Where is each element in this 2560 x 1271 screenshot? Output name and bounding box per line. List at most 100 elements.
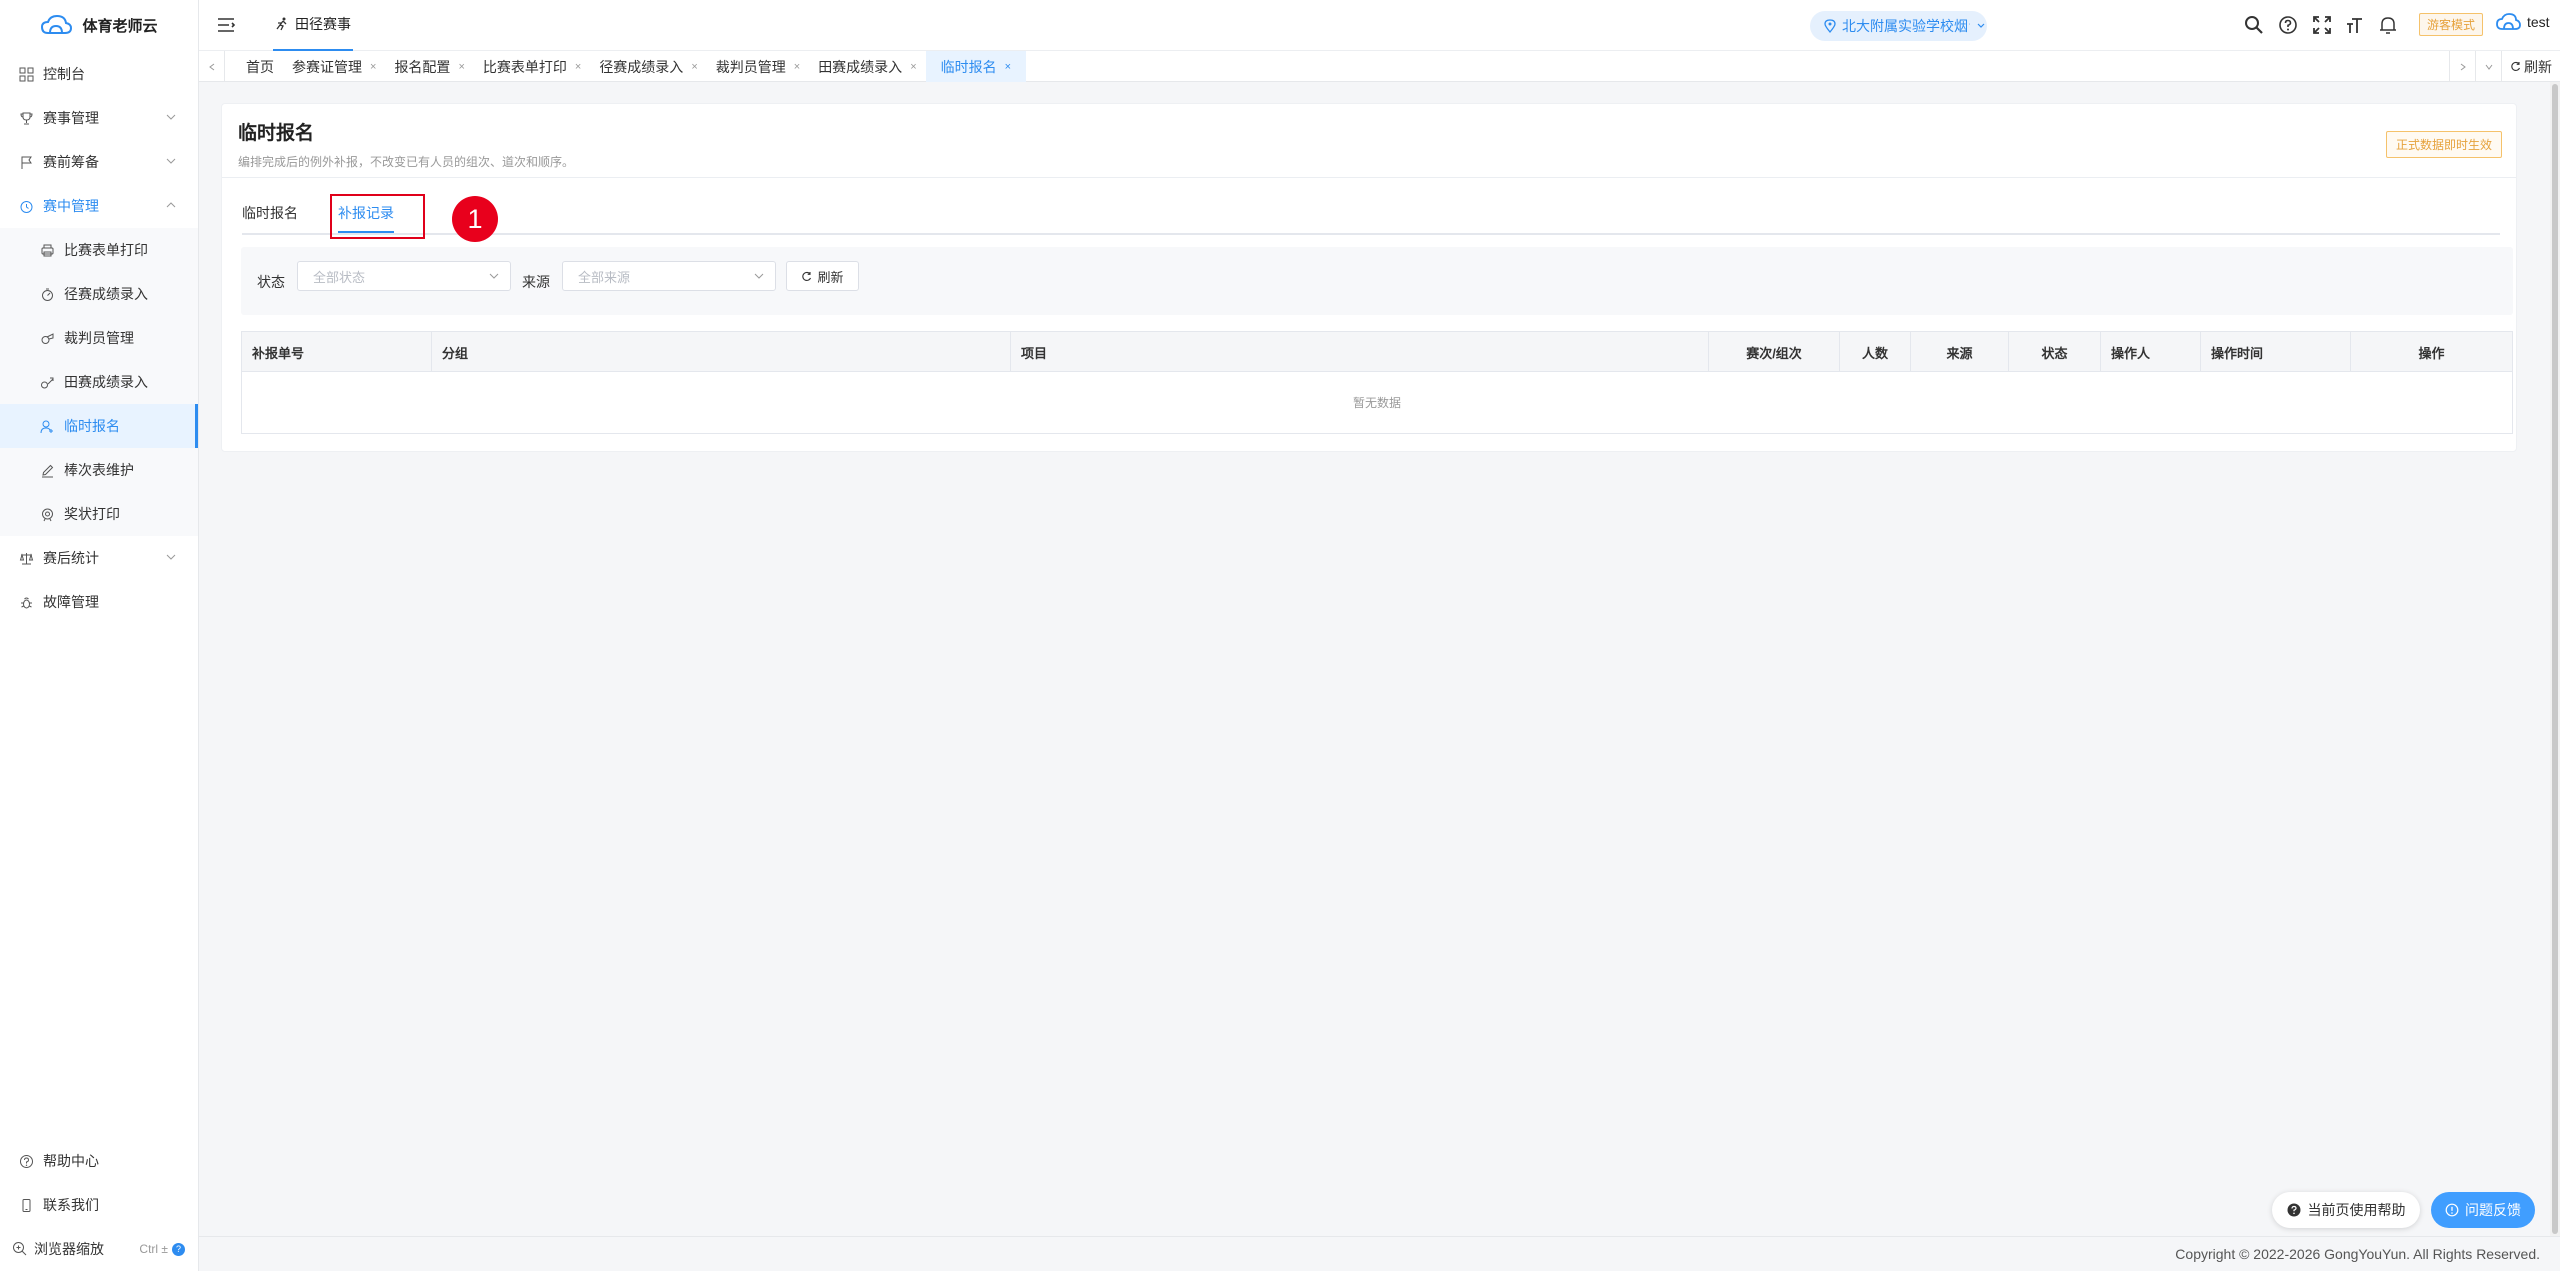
sidebar-item-label: 赛中管理 <box>43 198 99 214</box>
contact-us-label: 联系我们 <box>43 1197 99 1213</box>
balance-icon <box>18 550 34 566</box>
scrollbar-thumb[interactable] <box>2552 84 2558 1234</box>
info-icon[interactable]: ? <box>172 1242 185 1256</box>
tabs-scroll-left-icon[interactable] <box>199 51 225 82</box>
sidebar-item-label: 赛前筹备 <box>43 154 99 170</box>
fullscreen-icon[interactable] <box>2311 14 2333 36</box>
tab-label: 比赛表单打印 <box>482 58 567 75</box>
col-event: 项目 <box>1011 332 1709 372</box>
page-help-button[interactable]: 当前页使用帮助 <box>2272 1192 2420 1228</box>
col-supplement-no: 补报单号 <box>242 332 432 372</box>
zoom-shortcut: Ctrl ±? <box>139 1242 185 1256</box>
top-tab-athletics[interactable]: 田径赛事 <box>273 0 353 51</box>
contact-us-link[interactable]: 联系我们 <box>0 1183 199 1227</box>
browser-zoom-row[interactable]: 浏览器缩放 Ctrl ±? <box>0 1227 199 1271</box>
sidebar: 体育老师云 控制台 赛事管理 赛前筹备 赛中管理 比赛表单打印 径赛成绩录入 裁… <box>0 0 199 1271</box>
whistle-icon <box>40 331 55 346</box>
close-icon[interactable]: × <box>458 61 464 73</box>
sidebar-item-fault[interactable]: 故障管理 <box>0 580 198 624</box>
sidebar-subitem-certificate[interactable]: 奖状打印 <box>0 492 198 536</box>
source-filter-label: 来源 <box>522 274 550 290</box>
tabs-scroll-right-icon[interactable] <box>2449 51 2475 82</box>
help-circle-icon[interactable] <box>2277 14 2299 36</box>
info-circle-icon <box>2445 1203 2459 1217</box>
sidebar-item-in-game[interactable]: 赛中管理 <box>0 184 198 228</box>
records-table: 补报单号 分组 项目 赛次/组次 人数 来源 状态 操作人 操作时间 操作 暂无… <box>241 331 2513 434</box>
font-size-icon[interactable] <box>2345 14 2367 36</box>
status-badge: 正式数据即时生效 <box>2386 131 2502 158</box>
help-center-link[interactable]: 帮助中心 <box>0 1139 199 1183</box>
sidebar-subitem-relay-order[interactable]: 棒次表维护 <box>0 448 198 492</box>
step-badge: 1 <box>452 196 498 242</box>
refresh-icon <box>2511 61 2521 71</box>
location-pin-icon <box>1824 19 1836 33</box>
cloud-avatar-icon <box>2496 13 2521 30</box>
page-title: 临时报名 <box>238 123 315 144</box>
feedback-button[interactable]: 问题反馈 <box>2431 1192 2535 1228</box>
tab-track-score[interactable]: 径赛成绩录入 × <box>590 51 706 82</box>
tabs-refresh-label: 刷新 <box>2524 58 2552 75</box>
tab-temp-signup-inner[interactable]: 临时报名 <box>242 203 298 233</box>
sidebar-item-dashboard[interactable]: 控制台 <box>0 52 198 96</box>
tab-field-score[interactable]: 田赛成绩录入 × <box>809 51 925 82</box>
search-icon[interactable] <box>2243 14 2265 36</box>
refresh-button[interactable]: 刷新 <box>786 261 859 291</box>
close-icon[interactable]: × <box>1005 61 1011 73</box>
tabs-dropdown-icon[interactable] <box>2475 51 2501 82</box>
tab-form-print[interactable]: 比赛表单打印 × <box>474 51 590 82</box>
tab-signup-config[interactable]: 报名配置 × <box>385 51 473 82</box>
sidebar-item-post-stats[interactable]: 赛后统计 <box>0 536 198 580</box>
close-icon[interactable]: × <box>691 61 697 73</box>
tab-temp-signup[interactable]: 临时报名 × <box>925 51 1027 82</box>
close-icon[interactable]: × <box>910 61 916 73</box>
inner-tabs: 临时报名 补报记录 <box>242 197 2500 235</box>
sidebar-item-label: 赛后统计 <box>43 550 99 566</box>
source-select-placeholder: 全部来源 <box>578 269 631 285</box>
chevron-down-icon <box>489 273 499 279</box>
sidebar-item-event-management[interactable]: 赛事管理 <box>0 96 198 140</box>
school-selector[interactable]: 北大附属实验学校烟台... <box>1810 11 1987 41</box>
tab-label: 报名配置 <box>394 58 451 75</box>
user-menu[interactable]: test <box>2495 12 2550 32</box>
close-icon[interactable]: × <box>794 61 800 73</box>
bell-icon[interactable] <box>2377 14 2399 36</box>
refresh-label: 刷新 <box>817 269 844 285</box>
user-add-icon <box>40 419 55 434</box>
feedback-label: 问题反馈 <box>2465 1202 2521 1218</box>
source-select[interactable]: 全部来源 <box>562 261 776 291</box>
col-operation-time: 操作时间 <box>2201 332 2351 372</box>
sidebar-item-preparation[interactable]: 赛前筹备 <box>0 140 198 184</box>
phone-icon <box>18 1197 34 1213</box>
page-subtitle: 编排完成后的例外补报，不改变已有人员的组次、道次和顺序。 <box>238 155 575 169</box>
close-icon[interactable]: × <box>575 61 581 73</box>
tab-label: 临时报名 <box>940 58 997 75</box>
chevron-down-icon <box>166 158 176 164</box>
tab-home[interactable]: 首页 <box>237 51 283 82</box>
sidebar-subitem-field-score[interactable]: 田赛成绩录入 <box>0 360 198 404</box>
tabs-refresh-button[interactable]: 刷新 <box>2501 51 2560 82</box>
zoom-shortcut-text: Ctrl ± <box>139 1242 168 1256</box>
medal-icon <box>40 507 55 522</box>
visited-tabs: 首页 参赛证管理 × 报名配置 × 比赛表单打印 × 径赛成绩录入 × 裁判员管理 × 田… <box>237 51 1027 82</box>
sidebar-bottom: 帮助中心 联系我们 浏览器缩放 Ctrl ±? <box>0 1139 199 1271</box>
status-filter-label: 状态 <box>257 274 285 290</box>
tab-pass-management[interactable]: 参赛证管理 × <box>283 51 385 82</box>
card-header: 临时报名 编排完成后的例外补报，不改变已有人员的组次、道次和顺序。 正式数据即时… <box>222 104 2516 178</box>
refresh-icon <box>802 271 812 281</box>
bug-icon <box>18 594 34 610</box>
sidebar-subitem-referee[interactable]: 裁判员管理 <box>0 316 198 360</box>
main-card: 临时报名 编排完成后的例外补报，不改变已有人员的组次、道次和顺序。 正式数据即时… <box>221 103 2517 452</box>
tab-referee[interactable]: 裁判员管理 × <box>707 51 809 82</box>
page-scrollbar[interactable] <box>2550 82 2560 1236</box>
sidebar-subitem-track-score[interactable]: 径赛成绩录入 <box>0 272 198 316</box>
sidebar-subitem-form-print[interactable]: 比赛表单打印 <box>0 228 198 272</box>
close-icon[interactable]: × <box>370 61 376 73</box>
sidebar-subitem-temp-signup[interactable]: 临时报名 <box>0 404 198 448</box>
logo[interactable]: 体育老师云 <box>0 0 198 50</box>
browser-zoom-label: 浏览器缩放 <box>34 1241 104 1257</box>
menu-toggle-icon[interactable] <box>215 14 237 36</box>
status-select[interactable]: 全部状态 <box>297 261 511 291</box>
visited-tabs-bar: 首页 参赛证管理 × 报名配置 × 比赛表单打印 × 径赛成绩录入 × 裁判员管理 × 田… <box>199 51 2560 82</box>
sidebar-item-label: 赛事管理 <box>43 110 99 126</box>
chevron-down-icon <box>754 273 764 279</box>
